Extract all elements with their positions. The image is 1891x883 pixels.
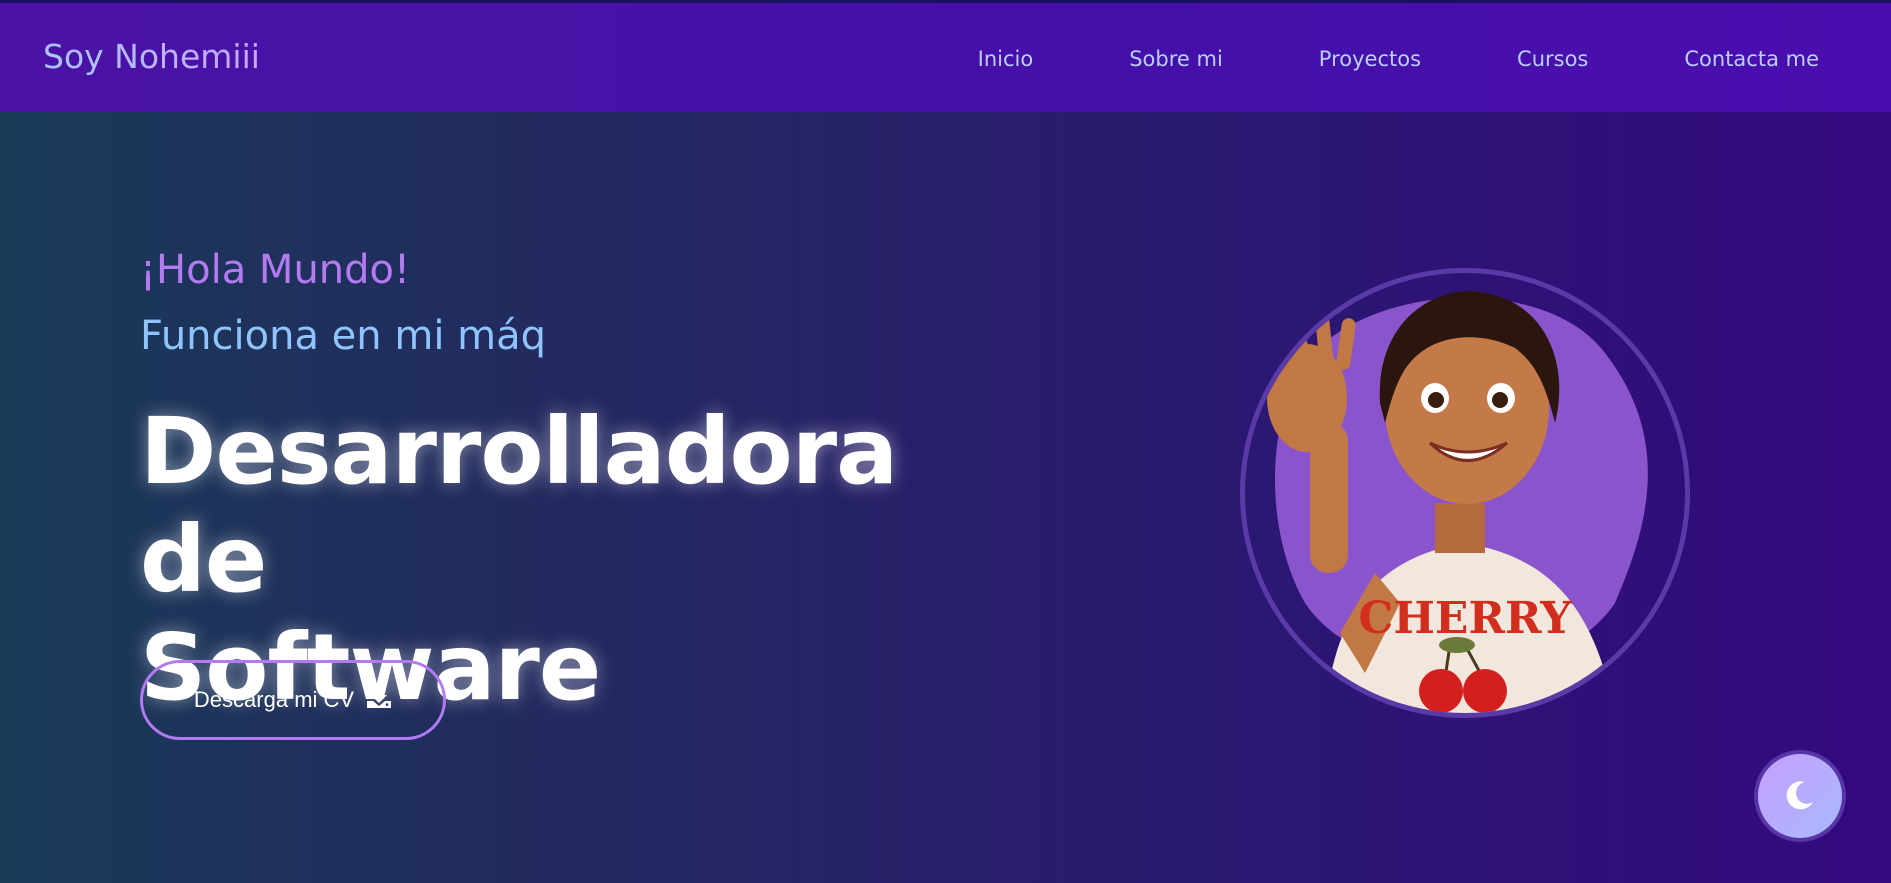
nav-link-sobre-mi[interactable]: Sobre mi bbox=[1129, 47, 1223, 71]
download-cv-button[interactable]: Descarga mi CV bbox=[140, 660, 446, 740]
nav-links: Inicio Sobre mi Proyectos Cursos Contact… bbox=[978, 47, 1819, 71]
download-cv-label: Descarga mi CV bbox=[193, 687, 355, 712]
avatar-portrait: CHERRY bbox=[1240, 268, 1690, 718]
svg-text:CHERRY: CHERRY bbox=[1358, 593, 1572, 644]
theme-toggle-button[interactable] bbox=[1754, 750, 1846, 842]
hero-text: ¡Hola Mundo! Funciona en mi máq Desarrol… bbox=[140, 250, 1040, 722]
nav-link-cursos[interactable]: Cursos bbox=[1517, 47, 1588, 71]
hero-greeting: ¡Hola Mundo! bbox=[140, 247, 411, 293]
nav-link-contacta-me[interactable]: Contacta me bbox=[1684, 47, 1819, 71]
hero-tagline: Funciona en mi máq bbox=[140, 313, 547, 359]
top-navbar: Soy Nohemiii Inicio Sobre mi Proyectos C… bbox=[0, 0, 1891, 112]
brand-logo-link[interactable]: Soy Nohemiii bbox=[43, 37, 260, 76]
nav-link-inicio[interactable]: Inicio bbox=[978, 47, 1034, 71]
download-icon bbox=[366, 685, 392, 715]
moon-icon bbox=[1783, 778, 1817, 815]
hero-headline-line1: Desarrolladora de bbox=[140, 398, 898, 613]
nav-link-proyectos[interactable]: Proyectos bbox=[1319, 47, 1421, 71]
